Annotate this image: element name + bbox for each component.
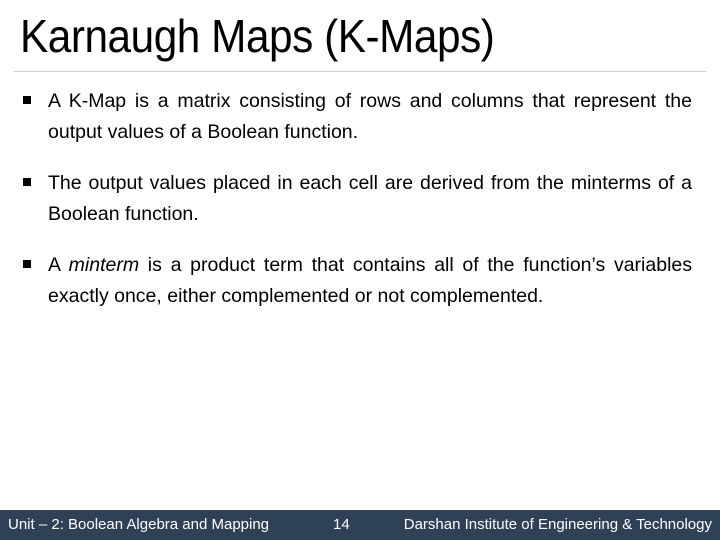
bullet-item: A K-Map is a matrix consisting of rows a…: [22, 86, 692, 148]
footer-unit: Unit – 2: Boolean Algebra and Mapping: [8, 516, 270, 533]
square-bullet-icon: [23, 178, 31, 186]
bullet-list: A K-Map is a matrix consisting of rows a…: [22, 86, 692, 332]
footer-institute: Darshan Institute of Engineering & Techn…: [403, 516, 712, 533]
bullet-text: The output values placed in each cell ar…: [48, 172, 692, 225]
footer-bar: Unit – 2: Boolean Algebra and Mapping 14…: [0, 510, 720, 540]
slide-title: Karnaugh Maps (K-Maps): [20, 10, 495, 62]
bullet-item: A minterm is a product term that contain…: [22, 250, 692, 312]
title-divider: [14, 71, 706, 72]
bullet-item: The output values placed in each cell ar…: [22, 168, 692, 230]
bullet-text-suffix: is a product term that contains all of t…: [48, 254, 692, 307]
bullet-text-prefix: A: [48, 254, 69, 276]
bullet-text: A K-Map is a matrix consisting of rows a…: [48, 90, 692, 143]
page-number: 14: [333, 516, 350, 533]
minterm-emphasis: minterm: [68, 254, 140, 276]
square-bullet-icon: [23, 260, 31, 268]
square-bullet-icon: [23, 96, 31, 104]
